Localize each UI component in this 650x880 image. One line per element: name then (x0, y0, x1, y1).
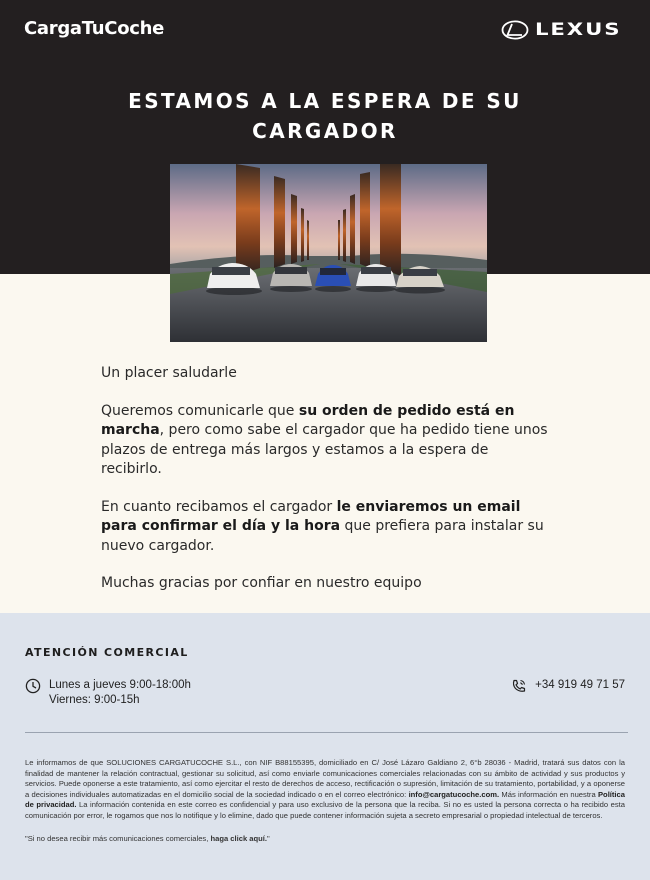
closing: Muchas gracias por confiar en nuestro eq… (101, 575, 422, 591)
unsubscribe-notice: "Si no desea recibir más comunicaciones … (25, 834, 625, 845)
title-line-2: CARGADOR (252, 119, 398, 143)
opening-hours: Lunes a jueves 9:00-18:00h Viernes: 9:00… (25, 678, 191, 708)
title-line-1: ESTAMOS A LA ESPERA DE SU (128, 89, 522, 113)
order-text-c: , pero como sabe el cargador que ha pedi… (101, 422, 548, 477)
message-body: Un placer saludarle Queremos comunicarle… (101, 364, 549, 612)
lexus-logo[interactable]: LEXUS (501, 20, 626, 40)
email-text-a: En cuanto recibamos el cargador (101, 498, 337, 515)
legal-text-b: Más información en nuestra (499, 789, 598, 799)
clock-icon (25, 678, 41, 694)
commercial-heading: ATENCIÓN COMERCIAL (25, 646, 189, 659)
greeting: Un placer saludarle (101, 365, 237, 381)
unsubscribe-text-a: "Si no desea recibir más comunicaciones … (25, 834, 211, 843)
hours-friday: Viernes: 9:00-15h (49, 694, 140, 706)
footer-divider (25, 732, 628, 733)
phone-number[interactable]: +34 919 49 71 57 (535, 678, 625, 694)
lexus-emblem-icon (501, 20, 529, 40)
lexus-wordmark: LEXUS (534, 20, 622, 40)
legal-notice: Le informamos de que SOLUCIONES CARGATUC… (25, 758, 625, 822)
cars-row-photo-icon (170, 164, 487, 342)
phone-icon (513, 679, 526, 692)
email-paragraph: En cuanto recibamos el cargador le envia… (101, 498, 549, 557)
order-text-a: Queremos comunicarle que (101, 402, 299, 419)
unsubscribe-text-b: " (267, 834, 270, 843)
contact-email-link[interactable]: info@cargatucoche.com. (409, 790, 500, 799)
unsubscribe-link[interactable]: haga click aquí. (210, 834, 267, 843)
brand-logo[interactable]: CargaTuCoche (24, 18, 164, 39)
hero-image (170, 164, 487, 342)
order-paragraph: Queremos comunicarle que su orden de ped… (101, 402, 549, 480)
phone-contact[interactable]: +34 919 49 71 57 (511, 678, 625, 694)
page-title: ESTAMOS A LA ESPERA DE SU CARGADOR (0, 86, 650, 146)
hours-weekdays: Lunes a jueves 9:00-18:00h (49, 679, 191, 691)
legal-text-c: La información contenida en este correo … (25, 800, 625, 820)
